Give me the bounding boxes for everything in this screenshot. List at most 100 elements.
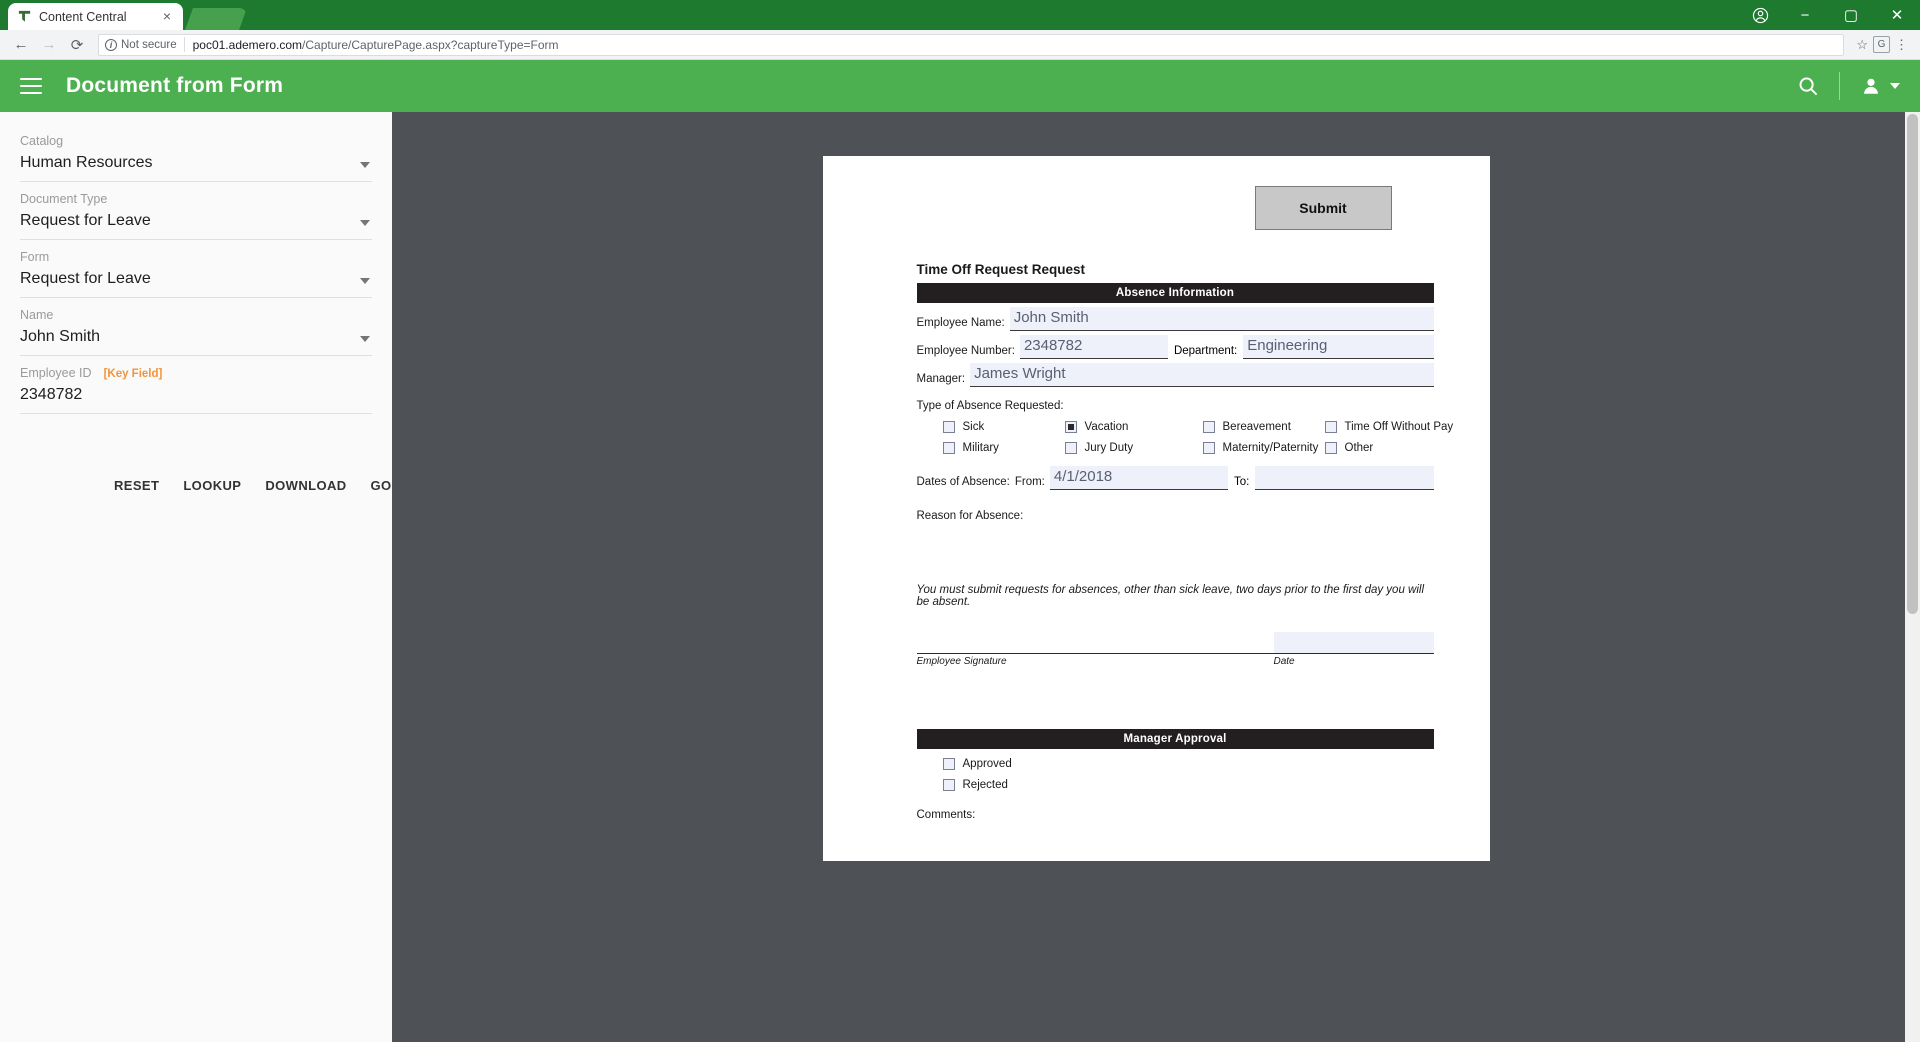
window-close-button[interactable]: ✕ [1874,0,1920,30]
sidebar-field-employee-id[interactable]: Employee ID [Key Field] 2348782 [20,366,372,422]
absence-type-row-2: Military Jury Duty Maternity/Paternity O… [917,442,1434,454]
checkbox-maternity-paternity[interactable]: Maternity/Paternity [1203,442,1325,454]
employee-number-input[interactable]: 2348782 [1020,335,1168,359]
profile-badge[interactable]: G [1873,36,1890,53]
employee-id-input[interactable]: 2348782 [20,386,372,404]
search-icon[interactable] [1791,69,1825,103]
checkbox-label: Approved [963,758,1012,770]
browser-menu-icon[interactable]: ⋮ [1891,37,1912,53]
checkbox-time-off-without-pay[interactable]: Time Off Without Pay [1325,421,1454,433]
checkbox-label: Bereavement [1223,421,1291,433]
checkbox-icon[interactable] [943,442,955,454]
submit-row: Submit [859,186,1454,230]
address-bar[interactable]: i Not secure poc01.ademero.com/Capture/C… [98,34,1844,56]
submit-button[interactable]: Submit [1255,186,1392,230]
approved-row: Approved [917,758,1434,770]
sidebar-field-name[interactable]: Name John Smith [20,308,372,364]
checkbox-icon[interactable] [1325,421,1337,433]
signature-row [917,632,1434,654]
lookup-button[interactable]: LOOKUP [171,470,253,501]
checkbox-bereavement[interactable]: Bereavement [1203,421,1325,433]
form-body: Absence Information Employee Name: John … [859,283,1454,821]
checkbox-icon[interactable] [1325,442,1337,454]
chevron-down-icon[interactable] [1890,83,1900,89]
go-button[interactable]: GO [359,470,392,501]
dates-of-absence-label: Dates of Absence: [917,476,1015,490]
section-header-absence: Absence Information [917,283,1434,303]
bookmark-star-icon[interactable]: ☆ [1852,37,1872,53]
dates-of-absence-row: Dates of Absence: From: 4/1/2018 To: [917,466,1434,490]
chevron-down-icon[interactable] [360,278,370,284]
browser-chrome: Content Central × − ▢ ✕ ← → ⟳ i Not secu… [0,0,1920,60]
chevron-down-icon[interactable] [360,336,370,342]
checkbox-icon[interactable] [1203,442,1215,454]
chevron-down-icon[interactable] [360,162,370,168]
download-button[interactable]: DOWNLOAD [253,470,358,501]
checkbox-label: Military [963,442,999,454]
checkbox-icon[interactable] [943,421,955,433]
new-tab-button[interactable] [185,8,247,30]
employee-name-label: Employee Name: [917,317,1010,331]
checkbox-icon-checked[interactable] [1065,421,1077,433]
canvas-scrollbar[interactable] [1905,112,1920,1042]
manager-row: Manager: James Wright [917,363,1434,387]
checkbox-jury-duty[interactable]: Jury Duty [1065,442,1203,454]
reset-button[interactable]: RESET [102,470,171,501]
reload-icon[interactable]: ⟳ [64,32,90,58]
signature-date-input[interactable] [1274,632,1434,654]
checkbox-other[interactable]: Other [1325,442,1434,454]
url-path: /Capture/CapturePage.aspx?captureType=Fo… [302,38,558,52]
field-value: John Smith [20,328,372,346]
back-icon[interactable]: ← [8,32,34,58]
sidebar-field-catalog[interactable]: Catalog Human Resources [20,134,372,190]
chevron-down-icon[interactable] [360,220,370,226]
window-maximize-button[interactable]: ▢ [1828,0,1874,30]
url-host: poc01.ademero.com [193,38,302,52]
absence-type-row-1: Sick Vacation Bereavement Time Off Witho… [917,421,1434,433]
reason-for-absence-label: Reason for Absence: [917,510,1434,522]
security-indicator[interactable]: i Not secure [105,37,185,52]
user-icon[interactable] [1854,69,1888,103]
field-label: Document Type [20,192,372,206]
to-date-input[interactable] [1255,466,1433,490]
checkbox-icon[interactable] [1065,442,1077,454]
checkbox-approved[interactable]: Approved [943,758,1434,770]
checkbox-icon[interactable] [943,758,955,770]
user-menu[interactable] [1854,69,1900,103]
employee-name-input[interactable]: John Smith [1010,307,1434,331]
from-date-input[interactable]: 4/1/2018 [1050,466,1228,490]
checkbox-icon[interactable] [943,779,955,791]
tab-close-icon[interactable]: × [159,9,175,25]
checkbox-icon[interactable] [1203,421,1215,433]
from-label: From: [1015,476,1050,490]
checkbox-sick[interactable]: Sick [943,421,1065,433]
page-title: Document from Form [66,74,283,98]
to-label: To: [1228,476,1255,490]
checkbox-label: Jury Duty [1085,442,1134,454]
manager-input[interactable]: James Wright [970,363,1433,387]
sidebar-field-form[interactable]: Form Request for Leave [20,250,372,306]
department-input[interactable]: Engineering [1243,335,1433,359]
toolbar-right: ☆ G ⋮ [1852,36,1912,53]
employee-signature-input[interactable] [917,632,1274,654]
checkbox-label: Rejected [963,779,1008,791]
hamburger-icon[interactable] [20,78,42,94]
field-label: Employee ID [20,366,92,380]
employee-name-row: Employee Name: John Smith [917,307,1434,331]
scrollbar-thumb[interactable] [1907,114,1918,614]
security-label: Not secure [121,39,177,51]
browser-tabstrip: Content Central × − ▢ ✕ [0,0,1920,30]
field-label: Catalog [20,134,372,148]
checkbox-rejected[interactable]: Rejected [943,779,1434,791]
window-minimize-button[interactable]: − [1782,0,1828,30]
browser-tab[interactable]: Content Central × [8,3,183,30]
document-canvas: Submit Time Off Request Request Absence … [392,112,1920,1042]
field-value: Request for Leave [20,270,372,288]
checkbox-label: Sick [963,421,985,433]
sidebar-field-document-type[interactable]: Document Type Request for Leave [20,192,372,248]
content-central-logo-icon [16,9,32,25]
forward-icon: → [36,32,62,58]
checkbox-military[interactable]: Military [943,442,1065,454]
checkbox-vacation[interactable]: Vacation [1065,421,1203,433]
browser-account-icon[interactable] [1738,0,1782,30]
